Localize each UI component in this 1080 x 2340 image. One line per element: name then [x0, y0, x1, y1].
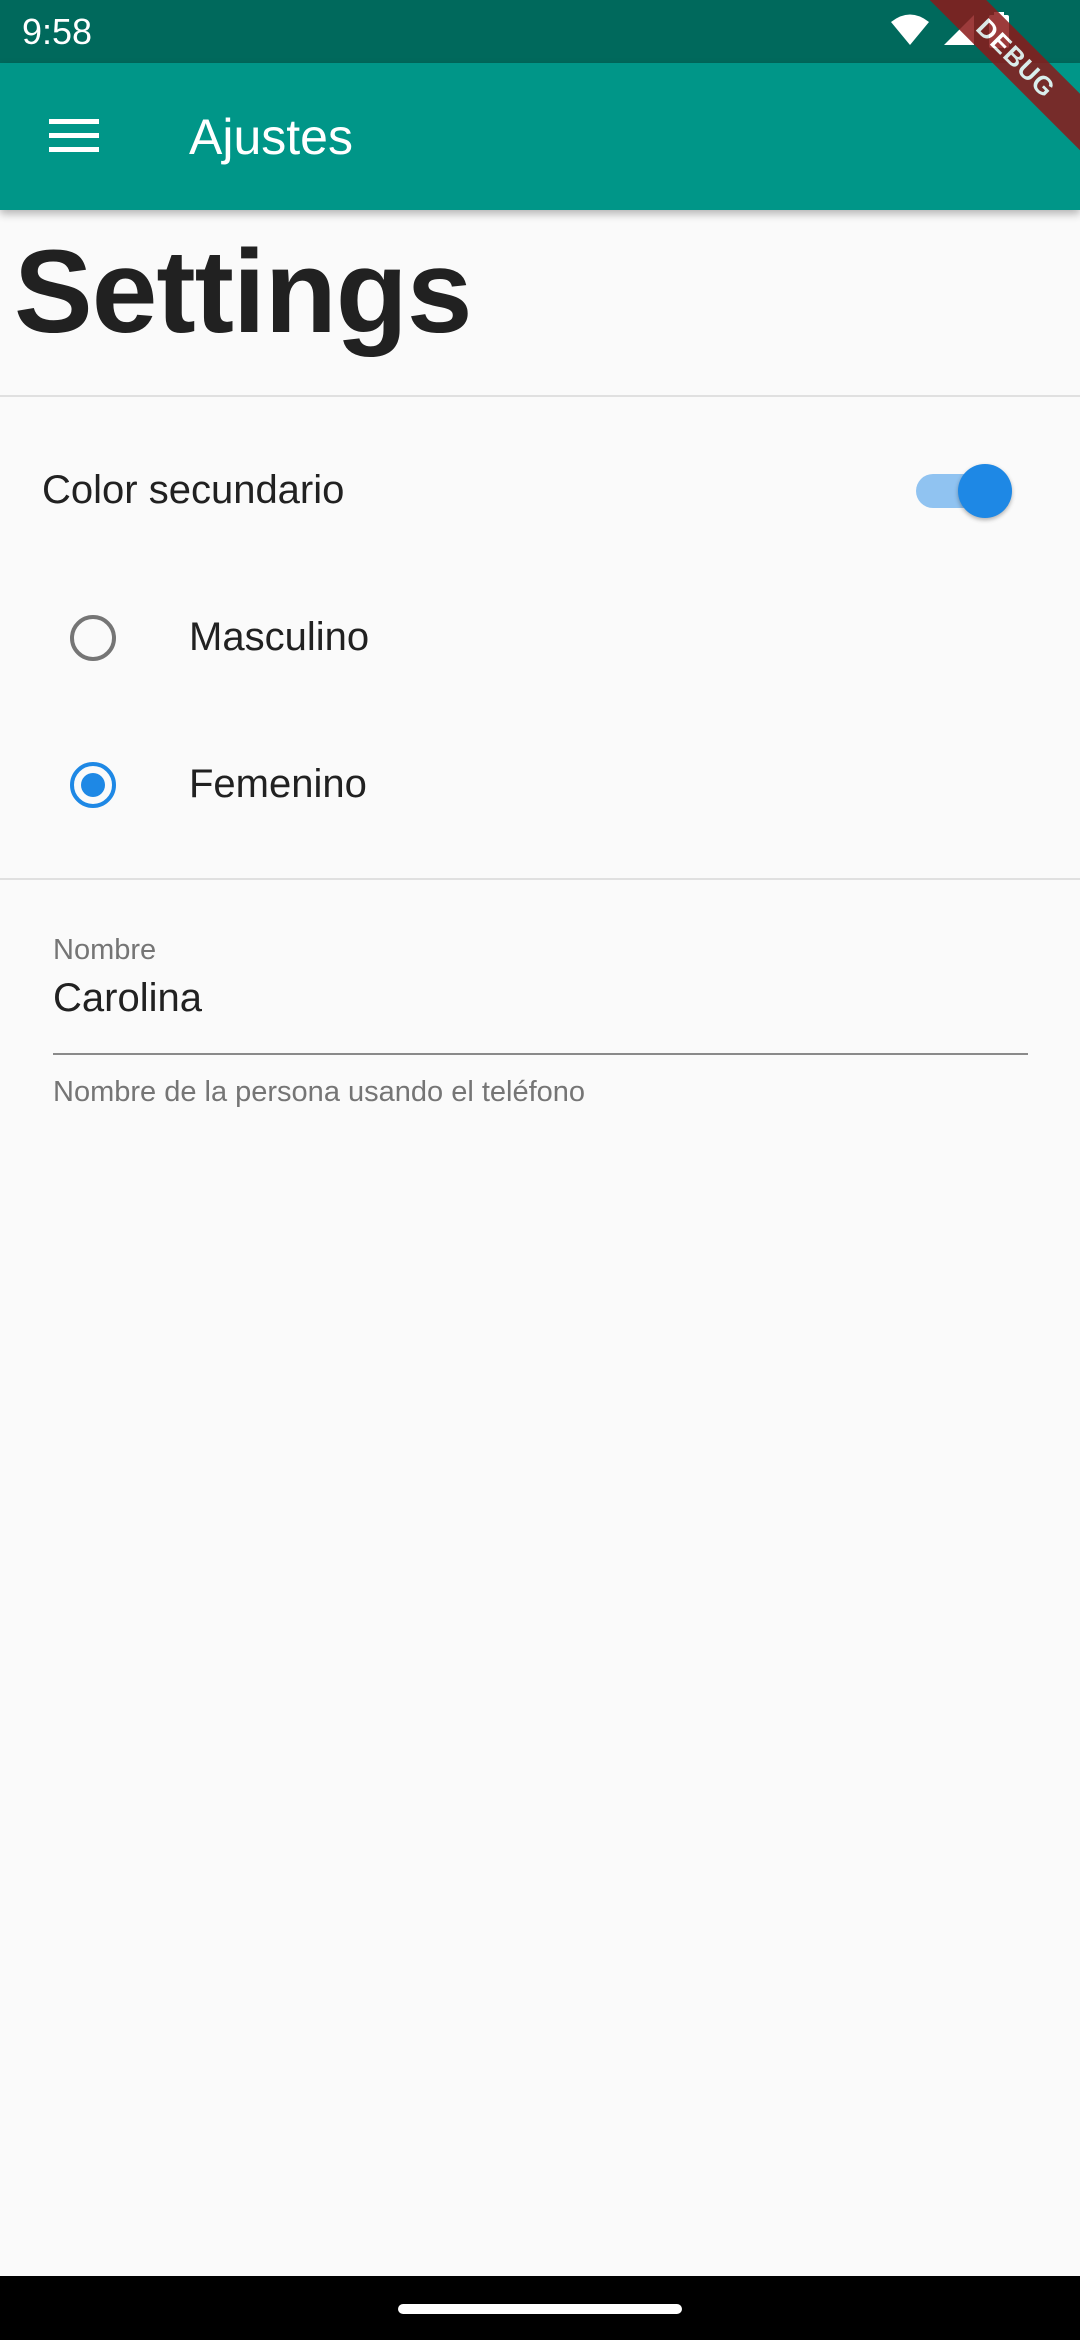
radio-row-masculino[interactable]: Masculino [0, 577, 1080, 697]
name-field-helper-text: Nombre de la persona usando el teléfono [53, 1076, 586, 1108]
menu-button[interactable] [24, 87, 124, 187]
divider-middle [0, 878, 1080, 880]
page-title: Settings [14, 226, 472, 358]
menu-icon [49, 117, 99, 158]
app-bar: Ajustes [0, 63, 1080, 210]
radio-masculino[interactable] [70, 615, 116, 661]
name-field-underline [53, 1053, 1028, 1055]
radio-femenino[interactable] [70, 762, 116, 808]
switch-thumb [958, 464, 1012, 518]
app-bar-title: Ajustes [189, 109, 353, 165]
radio-label-femenino: Femenino [189, 762, 367, 806]
name-input[interactable] [53, 970, 1028, 1026]
battery-icon [988, 11, 1010, 53]
home-gesture-handle[interactable] [398, 2304, 682, 2314]
status-icons [890, 11, 1010, 53]
divider-top [0, 395, 1080, 397]
radio-label-masculino: Masculino [189, 615, 370, 659]
secondary-color-switch-row[interactable]: Color secundario [0, 440, 1080, 540]
status-bar: 9:58 [0, 0, 1080, 63]
secondary-color-label: Color secundario [42, 468, 345, 512]
signal-icon [942, 13, 976, 52]
secondary-color-switch[interactable] [912, 460, 1016, 520]
status-time: 9:58 [22, 11, 93, 52]
radio-row-femenino[interactable]: Femenino [0, 724, 1080, 844]
wifi-icon [890, 13, 930, 52]
system-navigation-bar [0, 2276, 1080, 2340]
name-field-label: Nombre [53, 934, 157, 966]
